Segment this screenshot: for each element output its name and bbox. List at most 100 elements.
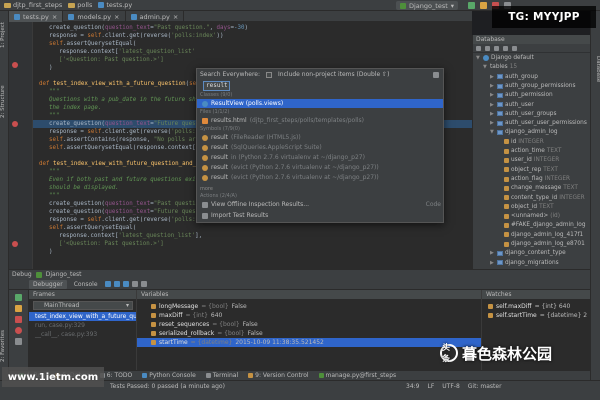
- edit-icon[interactable]: [503, 45, 508, 51]
- variable-row[interactable]: reset_sequences = {bool} False: [137, 320, 481, 329]
- code-line[interactable]: """: [49, 168, 59, 176]
- code-line[interactable]: self.assertQuerysetEqual(: [49, 224, 136, 232]
- favorites-tool-tab[interactable]: 2: Favorites: [0, 321, 9, 371]
- code-line[interactable]: """: [49, 112, 59, 120]
- pause-icon[interactable]: [15, 305, 22, 312]
- code-line[interactable]: response = self.client.get(reverse('poll…: [49, 128, 217, 136]
- tab-models-py[interactable]: models.py ×: [63, 11, 126, 22]
- bottom-tab[interactable]: Python Console: [142, 372, 196, 379]
- expand-arrow-icon[interactable]: ▼: [490, 128, 495, 136]
- git-branch[interactable]: Git: master: [468, 383, 502, 390]
- result-item-file[interactable]: results.html (djtp_first_steps/polls/tem…: [197, 116, 443, 125]
- filter-icon[interactable]: [512, 45, 517, 51]
- tree-item[interactable]: ▶ django_content_type: [490, 249, 566, 257]
- mute-breakpoints-icon[interactable]: [15, 338, 22, 345]
- tree-item[interactable]: ▼ tables 15: [483, 63, 517, 71]
- add-icon[interactable]: [476, 45, 481, 51]
- collapse-arrow-icon[interactable]: ▶: [490, 119, 495, 127]
- close-icon[interactable]: ×: [114, 13, 119, 21]
- tree-item[interactable]: action_time TEXT: [497, 147, 561, 155]
- collapse-arrow-icon[interactable]: ▶: [490, 249, 495, 257]
- line-separator[interactable]: LF: [427, 383, 434, 390]
- breakpoint-icon[interactable]: [12, 62, 18, 68]
- step-out-icon[interactable]: [122, 281, 129, 287]
- tree-item[interactable]: ▼ Django default: [476, 54, 534, 62]
- step-into-icon[interactable]: [113, 281, 120, 287]
- tree-item[interactable]: <unnamed> (id): [497, 212, 560, 220]
- tree-item[interactable]: ▶ django_migrations: [490, 259, 559, 267]
- tab-debugger[interactable]: Debugger: [29, 279, 67, 289]
- tree-item[interactable]: #FAKE_django_admin_log: [497, 221, 586, 229]
- step-over-icon[interactable]: [104, 281, 111, 287]
- code-line[interactable]: def test_index_view_with_a_future_questi…: [39, 80, 210, 88]
- stop-icon[interactable]: [494, 45, 499, 51]
- result-item-symbol[interactable]: result (evict (Python 2.7.6 virtualenv at…: [197, 163, 443, 172]
- gear-icon[interactable]: [433, 71, 439, 78]
- action-import-test-results[interactable]: Import Test Results: [197, 211, 443, 220]
- code-line[interactable]: should be displayed.: [49, 184, 119, 192]
- search-input[interactable]: result: [203, 81, 230, 91]
- resume-icon[interactable]: [15, 294, 22, 301]
- tree-item[interactable]: ▶ auth_user_groups: [490, 110, 556, 118]
- thread-selector[interactable]: MainThread ▾: [33, 301, 133, 310]
- collapse-arrow-icon[interactable]: ▶: [490, 91, 495, 99]
- structure-tool-tab[interactable]: 2: Structure: [0, 77, 9, 127]
- code-line[interactable]: response.context['latest_question_list': [59, 48, 195, 56]
- caret-position[interactable]: 34:9: [406, 383, 419, 390]
- close-icon[interactable]: ×: [52, 13, 57, 21]
- result-item-symbol[interactable]: result (evict (Python 2.7.6 virtualenv at…: [197, 173, 443, 182]
- variable-row[interactable]: startTime = {datetime} 2015-10-09 11:38:35…: [137, 338, 481, 347]
- expand-arrow-icon[interactable]: ▼: [476, 54, 481, 62]
- tree-item[interactable]: id INTEGER: [497, 138, 544, 146]
- tree-item[interactable]: ▶ auth_group: [490, 73, 538, 81]
- code-line[interactable]: ['<Question: Past question.>']: [59, 240, 164, 248]
- tree-item[interactable]: ▶ auth_user: [490, 101, 534, 109]
- code-line[interactable]: """: [49, 88, 59, 96]
- code-line[interactable]: Questions with a pub_date in the future …: [49, 96, 196, 104]
- project-tool-tab[interactable]: 1: Project: [0, 15, 9, 55]
- result-item-symbol[interactable]: result (FileReader (HTML5.js)): [197, 133, 443, 142]
- tree-item[interactable]: change_message TEXT: [497, 184, 578, 192]
- code-line[interactable]: self.assertQuerysetEqual(response.contex…: [49, 144, 203, 152]
- tree-item[interactable]: ▶ auth_group_permissions: [490, 82, 575, 90]
- result-item-resultview[interactable]: ResultView (polls.views): [197, 99, 443, 108]
- code-line[interactable]: self.assertContains(response, "No polls …: [49, 136, 199, 144]
- breadcrumb-folder[interactable]: polls: [68, 1, 92, 9]
- collapse-arrow-icon[interactable]: ▶: [490, 259, 495, 267]
- tree-item[interactable]: object_id TEXT: [497, 203, 554, 211]
- code-line[interactable]: def test_index_view_with_future_question…: [39, 160, 203, 168]
- evaluate-icon[interactable]: [140, 281, 147, 287]
- bottom-tab[interactable]: manage.py@first_steps: [318, 372, 396, 379]
- result-item-symbol[interactable]: result (SqlQueries.AppleScript Suite): [197, 143, 443, 152]
- collapse-arrow-icon[interactable]: ▶: [490, 73, 495, 81]
- debug-icon[interactable]: [480, 2, 487, 9]
- close-icon[interactable]: ×: [173, 13, 178, 21]
- tab-tests-py[interactable]: tests.py ×: [9, 11, 64, 22]
- code-line[interactable]: """: [49, 192, 59, 200]
- frame-item[interactable]: __call__, case.py:393: [29, 330, 136, 339]
- tree-item[interactable]: content_type_id INTEGER: [497, 194, 585, 202]
- tree-item[interactable]: ▶ auth_permission: [490, 91, 553, 99]
- breakpoint-icon[interactable]: [12, 241, 18, 247]
- database-tool-tab[interactable]: Database: [591, 49, 600, 89]
- run-icon[interactable]: [468, 2, 475, 9]
- tree-item[interactable]: object_rep TEXT: [497, 166, 558, 174]
- tab-console[interactable]: Console: [70, 280, 102, 289]
- code-line[interactable]: self.assertQuerysetEqual(: [49, 40, 136, 48]
- tree-item[interactable]: action_flag INTEGER: [497, 175, 570, 183]
- action-view-offline-inspection[interactable]: View Offline Inspection Results... Code: [197, 200, 443, 209]
- bottom-tab[interactable]: 6: TODO: [99, 372, 132, 379]
- collapse-arrow-icon[interactable]: ▶: [490, 82, 495, 90]
- expand-arrow-icon[interactable]: ▼: [483, 63, 488, 71]
- breadcrumb-file[interactable]: tests.py: [98, 1, 132, 9]
- breakpoint-icon[interactable]: [12, 121, 18, 127]
- code-line[interactable]: ): [49, 248, 53, 256]
- watch-row[interactable]: self.maxDiff = {int} 640: [482, 302, 590, 311]
- stop-icon[interactable]: [15, 316, 22, 323]
- code-line[interactable]: create_question(question_text="Past ques…: [49, 24, 248, 32]
- more-link[interactable]: more: [200, 186, 213, 192]
- collapse-arrow-icon[interactable]: ▶: [490, 110, 495, 118]
- frame-item[interactable]: test_index_view_with_a_future_questio: [29, 312, 136, 321]
- editor-gutter[interactable]: [9, 22, 33, 269]
- collapse-arrow-icon[interactable]: ▶: [490, 101, 495, 109]
